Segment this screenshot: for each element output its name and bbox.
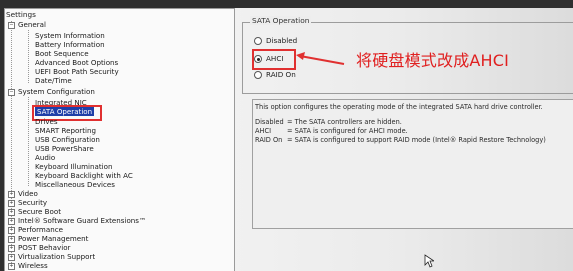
tree-label: General — [18, 20, 46, 29]
tree-item-drives[interactable]: Drives — [35, 117, 58, 126]
mode-desc-disabled: = The SATA controllers are hidden. — [287, 118, 402, 126]
expand-icon[interactable]: + — [8, 244, 15, 252]
expand-icon[interactable]: + — [8, 253, 15, 261]
tree-item-usb-powershare[interactable]: USB PowerShare — [35, 144, 94, 153]
annotation-arrow-icon — [296, 52, 345, 65]
tree-node-video[interactable]: + Video — [8, 189, 38, 198]
group-title: SATA Operation — [250, 16, 312, 25]
tree-label: System Configuration — [18, 87, 95, 96]
tree-connector — [28, 30, 29, 83]
mode-desc-ahci: = SATA is configured for AHCI mode. — [287, 127, 408, 135]
expand-icon[interactable]: + — [8, 262, 15, 270]
description-text: This option configures the operating mod… — [255, 103, 543, 111]
tree-label: Video — [18, 189, 38, 198]
tree-item-usb-configuration[interactable]: USB Configuration — [35, 135, 100, 144]
tree-label: Secure Boot — [18, 207, 61, 216]
collapse-icon[interactable]: − — [8, 21, 15, 29]
expand-icon[interactable]: + — [8, 208, 15, 216]
tree-item-uefi-boot-path-security[interactable]: UEFI Boot Path Security — [35, 67, 119, 76]
tree-node-security[interactable]: + Security — [8, 198, 47, 207]
tree-label: Power Management — [18, 234, 89, 243]
annotation-text: 将硬盘模式改成AHCI — [356, 51, 510, 70]
tree-label: Performance — [18, 225, 63, 234]
tree-item-system-information[interactable]: System Information — [35, 31, 105, 40]
tree-node-power-management[interactable]: + Power Management — [8, 234, 88, 243]
radio-label: Disabled — [266, 36, 298, 45]
mouse-cursor-icon — [424, 254, 434, 268]
bios-screen: Settings − General System Information Bat… — [0, 0, 573, 271]
mode-name-disabled: Disabled — [255, 118, 284, 126]
mode-name-raid: RAID On — [255, 136, 283, 144]
expand-icon[interactable]: + — [8, 235, 15, 243]
tree-node-intel-sgx[interactable]: + Intel® Software Guard Extensions™ — [8, 216, 146, 225]
collapse-icon[interactable]: − — [8, 88, 15, 96]
mode-desc-raid: = SATA is configured to support RAID mod… — [287, 136, 546, 144]
tree-label: POST Behavior — [18, 243, 71, 252]
expand-icon[interactable]: + — [8, 217, 15, 225]
tree-connector — [28, 97, 29, 186]
highlight-box-ahci — [252, 49, 296, 70]
radio-button[interactable] — [254, 37, 262, 45]
tree-node-secure-boot[interactable]: + Secure Boot — [8, 207, 61, 216]
tree-item-keyboard-backlight-ac[interactable]: Keyboard Backlight with AC — [35, 171, 133, 180]
tree-item-smart-reporting[interactable]: SMART Reporting — [35, 126, 96, 135]
tree-title: Settings — [6, 10, 36, 19]
tree-item-audio[interactable]: Audio — [35, 153, 55, 162]
radio-disabled[interactable]: Disabled — [254, 36, 297, 45]
expand-icon[interactable]: + — [8, 199, 15, 207]
tree-item-advanced-boot-options[interactable]: Advanced Boot Options — [35, 58, 118, 67]
tree-node-system-configuration[interactable]: − System Configuration — [8, 87, 95, 96]
expand-icon[interactable]: + — [8, 226, 15, 234]
tree-label: Wireless — [18, 261, 48, 270]
tree-node-post-behavior[interactable]: + POST Behavior — [8, 243, 70, 252]
tree-item-battery-information[interactable]: Battery Information — [35, 40, 105, 49]
tree-item-miscellaneous-devices[interactable]: Miscellaneous Devices — [35, 180, 115, 189]
radio-label: RAID On — [266, 70, 296, 79]
tree-item-keyboard-illumination[interactable]: Keyboard Illumination — [35, 162, 112, 171]
tree-label: Security — [18, 198, 48, 207]
tree-item-boot-sequence[interactable]: Boot Sequence — [35, 49, 89, 58]
mode-name-ahci: AHCI — [255, 127, 272, 135]
tree-node-general[interactable]: − General — [8, 20, 46, 29]
tree-node-virtualization-support[interactable]: + Virtualization Support — [8, 252, 95, 261]
monitor-bezel-top — [0, 0, 573, 8]
expand-icon[interactable]: + — [8, 190, 15, 198]
tree-node-performance[interactable]: + Performance — [8, 225, 63, 234]
tree-label: Intel® Software Guard Extensions™ — [18, 216, 147, 225]
radio-button[interactable] — [254, 71, 262, 79]
tree-node-wireless[interactable]: + Wireless — [8, 261, 48, 270]
radio-raid-on[interactable]: RAID On — [254, 70, 296, 79]
tree-label: Virtualization Support — [18, 252, 96, 261]
tree-item-date-time[interactable]: Date/Time — [35, 76, 72, 85]
